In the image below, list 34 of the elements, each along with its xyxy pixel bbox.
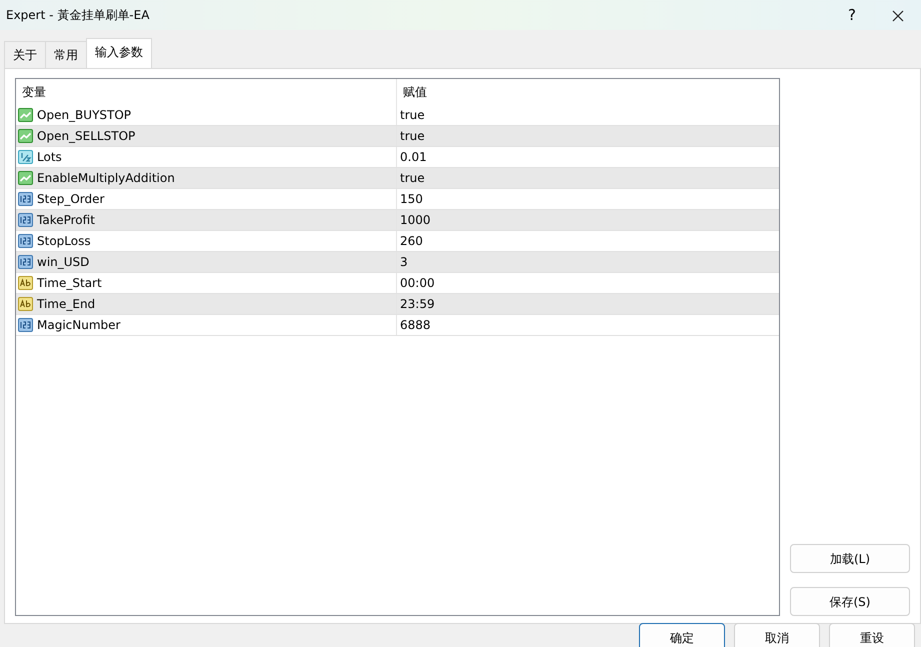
parameter-name: win_USD (37, 254, 90, 271)
dialog-button[interactable]: 取消 (734, 623, 820, 647)
parameter-name: EnableMultiplyAddition (37, 170, 175, 187)
parameter-value[interactable]: 260 (397, 232, 423, 250)
parameter-name: Open_SELLSTOP (37, 128, 136, 145)
side-button[interactable]: 保存(S) (790, 587, 910, 616)
parameter-name: Lots (37, 149, 62, 166)
parameter-value[interactable]: true (397, 106, 425, 124)
parameter-name: TakeProfit (37, 212, 95, 229)
parameter-value[interactable]: 0.01 (397, 148, 427, 166)
tab[interactable]: 关于 (4, 41, 46, 68)
parameter-value[interactable]: true (397, 169, 425, 187)
parameter-name: MagicNumber (37, 317, 120, 334)
parameter-name: StopLoss (37, 233, 91, 250)
parameter-value[interactable]: true (397, 127, 425, 145)
column-header: 变量 (16, 79, 397, 105)
parameter-name: Time_End (37, 296, 96, 313)
dialog-button[interactable]: 重设 (829, 623, 915, 647)
help-button[interactable]: ? (829, 4, 875, 26)
parameter-value[interactable]: 00:00 (397, 274, 435, 292)
side-button[interactable]: 加载(L) (790, 544, 910, 573)
parameter-name: Open_BUYSTOP (37, 107, 132, 124)
parameter-name: Step_Order (37, 191, 104, 208)
parameter-value[interactable]: 3 (397, 253, 408, 271)
parameter-value[interactable]: 23:59 (397, 295, 435, 313)
parameter-name: Time_Start (37, 275, 102, 292)
parameter-value[interactable]: 150 (397, 190, 423, 208)
column-header: 赋值 (402, 84, 427, 101)
window-title: Expert - 黃金挂单刷单-EA (6, 7, 150, 24)
dialog-button[interactable]: 确定 (639, 623, 725, 647)
tab[interactable]: 输入参数 (86, 38, 152, 68)
close-icon (892, 10, 904, 22)
parameter-value[interactable]: 6888 (397, 316, 431, 334)
parameter-value[interactable]: 1000 (397, 211, 431, 229)
